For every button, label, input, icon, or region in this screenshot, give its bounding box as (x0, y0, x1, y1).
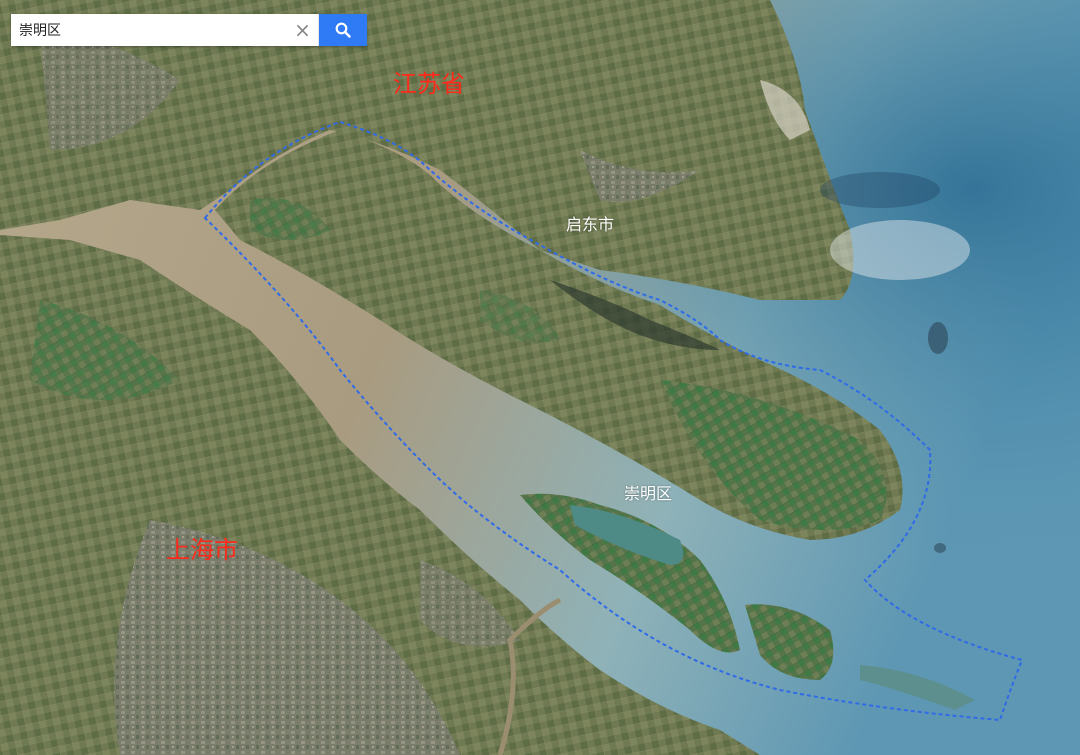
close-icon[interactable]: × (287, 14, 319, 46)
search-box: × (11, 14, 367, 46)
map-label-chongming[interactable]: 崇明区 (624, 480, 672, 504)
search-icon (335, 22, 351, 38)
map-label-qidong[interactable]: 启东市 (566, 211, 614, 235)
search-button[interactable] (319, 14, 367, 46)
satellite-map[interactable] (0, 0, 1080, 755)
map-label-jiangsu[interactable]: 江苏省 (393, 64, 465, 99)
map-label-shanghai[interactable]: 上海市 (166, 530, 238, 565)
search-input[interactable] (11, 14, 287, 46)
